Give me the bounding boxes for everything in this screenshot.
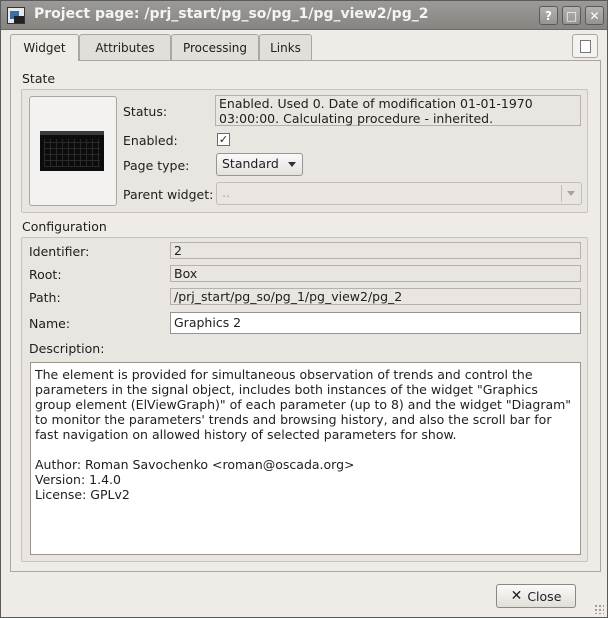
resize-grip[interactable]	[594, 604, 604, 614]
page-type-value: Standard	[222, 156, 279, 171]
window-title: Project page: /prj_start/pg_so/pg_1/pg_v…	[34, 6, 429, 22]
identifier-field: 2	[170, 242, 581, 259]
parent-widget-select: ..	[216, 182, 582, 205]
close-icon: ✕	[510, 588, 523, 604]
combo-separator	[561, 185, 562, 202]
description-label: Description:	[29, 341, 105, 356]
tab-attributes[interactable]: Attributes	[79, 34, 171, 60]
document-icon	[580, 40, 591, 53]
name-input[interactable]: Graphics 2	[170, 312, 581, 334]
chevron-down-icon	[288, 162, 296, 167]
enabled-checkbox[interactable]: ✓	[217, 133, 230, 146]
state-group: Status: Enabled. Used 0. Date of modific…	[21, 89, 588, 213]
project-page-dialog: Project page: /prj_start/pg_so/pg_1/pg_v…	[0, 0, 608, 618]
widget-preview	[29, 96, 117, 206]
widget-thumbnail	[40, 131, 104, 171]
path-field: /prj_start/pg_so/pg_1/pg_view2/pg_2	[170, 288, 581, 305]
parent-widget-value: ..	[222, 185, 230, 200]
parent-widget-label: Parent widget:	[123, 187, 214, 202]
close-button[interactable]: ✕ Close	[496, 584, 576, 608]
title-bar[interactable]: Project page: /prj_start/pg_so/pg_1/pg_v…	[1, 1, 607, 30]
maximize-button[interactable]: □	[562, 6, 581, 25]
configuration-section-title: Configuration	[22, 219, 107, 234]
close-button-label: Close	[527, 588, 562, 604]
page-type-label: Page type:	[123, 158, 190, 173]
tab-processing[interactable]: Processing	[171, 34, 259, 60]
root-label: Root:	[29, 267, 62, 282]
tab-widget-tab[interactable]: Widget	[10, 34, 79, 61]
state-section-title: State	[22, 71, 56, 86]
description-textarea[interactable]: The element is provided for simultaneous…	[30, 362, 581, 555]
identifier-label: Identifier:	[29, 244, 90, 259]
page-type-select[interactable]: Standard	[216, 153, 303, 176]
tab-links[interactable]: Links	[259, 34, 312, 60]
tab-widget: Widget Attributes Processing Links State…	[10, 34, 601, 572]
tab-corner-button[interactable]	[572, 34, 598, 58]
help-button[interactable]: ?	[539, 6, 558, 25]
status-value: Enabled. Used 0. Date of modification 01…	[215, 95, 581, 126]
root-field: Box	[170, 265, 581, 282]
configuration-group: Identifier: 2 Root: Box Path: /prj_start…	[21, 237, 588, 562]
close-window-button[interactable]: ✕	[585, 6, 604, 25]
path-label: Path:	[29, 290, 61, 305]
enabled-label: Enabled:	[123, 133, 178, 148]
status-label: Status:	[123, 104, 168, 119]
app-icon	[7, 7, 25, 24]
name-label: Name:	[29, 316, 71, 331]
chevron-down-icon	[567, 191, 575, 196]
widget-tab-panel: State Status: Enabled. Used 0. Date of m…	[10, 60, 601, 572]
